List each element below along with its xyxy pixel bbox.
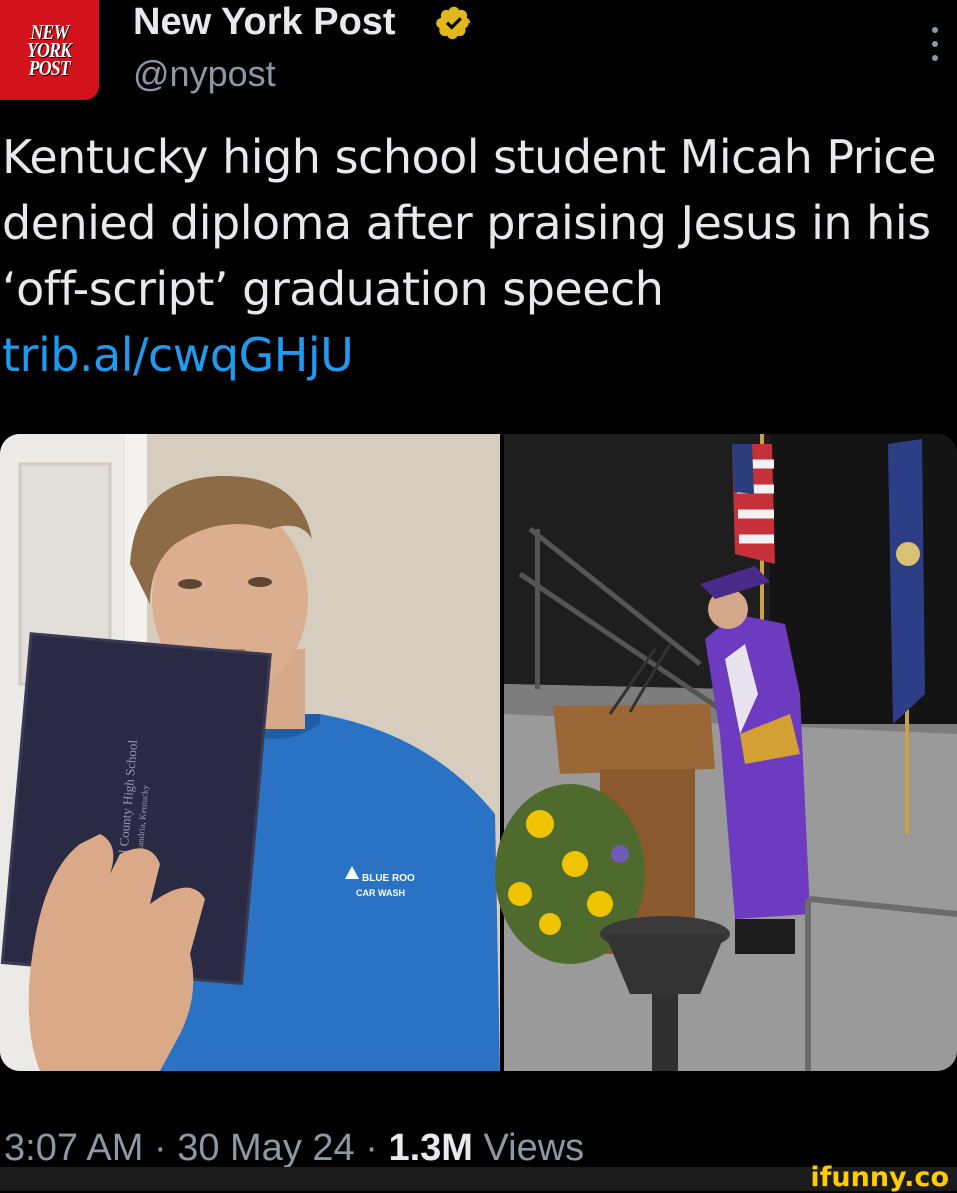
shirt-logo-line-2: CAR WASH <box>356 888 405 898</box>
views-label: Views <box>483 1127 585 1169</box>
verified-badge-icon <box>436 6 471 40</box>
tweet-time[interactable]: 3:07 AM <box>4 1127 143 1169</box>
student-photo[interactable]: Al County High School Alexandria, Kentuc… <box>0 434 500 1071</box>
meta-separator-2: · <box>365 1127 378 1169</box>
ifunny-watermark: ifunny.co <box>810 1162 949 1193</box>
tweet-date[interactable]: 30 May 24 <box>177 1127 354 1169</box>
shirt-logo-line-1: BLUE ROO <box>362 873 415 884</box>
avatar-logo-line-3: POST <box>28 56 71 80</box>
tweet-media[interactable]: Al County High School Alexandria, Kentuc… <box>0 434 957 1071</box>
tweet-meta: 3:07 AM · 30 May 24 · 1.3M Views <box>4 1124 584 1172</box>
nypost-avatar[interactable]: NEW YORK POST <box>0 0 99 100</box>
views-count: 1.3M <box>388 1127 473 1169</box>
tweet-body: Kentucky high school student Micah Price… <box>2 130 937 316</box>
tweet-text: Kentucky high school student Micah Price… <box>2 124 942 388</box>
tweet-link[interactable]: trib.al/cwqGHjU <box>2 328 354 382</box>
meta-separator-1: · <box>153 1127 167 1169</box>
display-name[interactable]: New York Post <box>133 0 396 44</box>
more-options-icon[interactable] <box>928 24 942 64</box>
account-handle[interactable]: @nypost <box>133 52 276 96</box>
graduation-photo[interactable] <box>495 434 957 1071</box>
